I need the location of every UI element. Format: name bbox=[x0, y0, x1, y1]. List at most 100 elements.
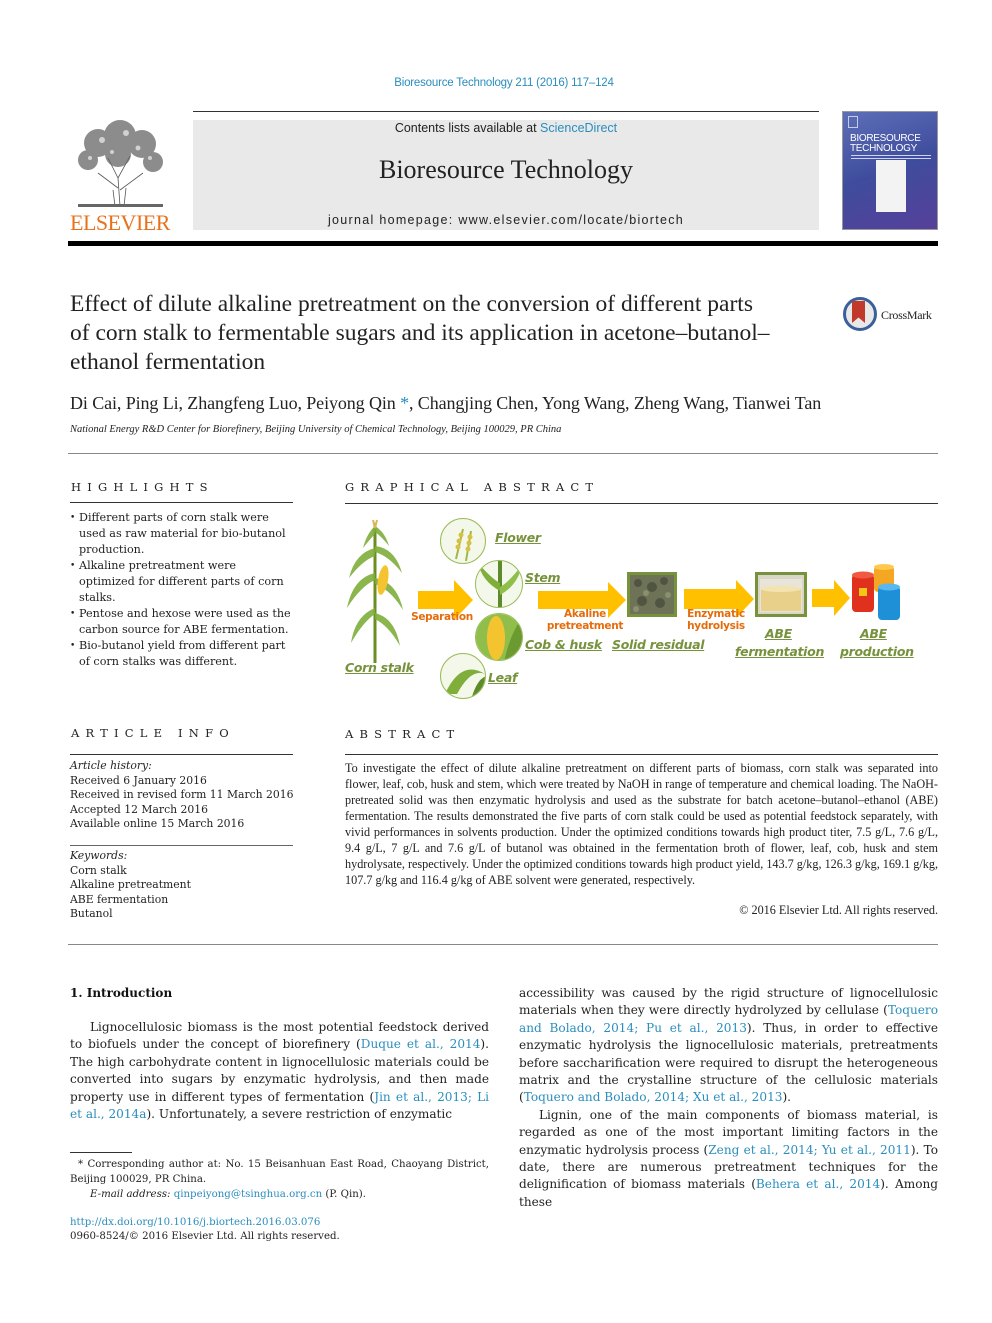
highlights-heading: HIGHLIGHTS bbox=[71, 480, 214, 494]
body-text: ). bbox=[782, 1090, 792, 1105]
footnote-rule bbox=[70, 1152, 132, 1153]
history-online: Available online 15 March 2016 bbox=[70, 817, 245, 831]
body-column-left: Lignocellulosic biomass is the most pote… bbox=[70, 1019, 489, 1123]
citation-link[interactable]: Behera et al., 2014 bbox=[756, 1177, 880, 1191]
cover-title-line-2: TECHNOLOGY bbox=[850, 143, 918, 154]
highlight-item: Alkaline pretreatment were optimized for… bbox=[70, 558, 295, 606]
sciencedirect-link[interactable]: ScienceDirect bbox=[540, 121, 617, 135]
ga-step-hydrolysis: Enzymatic hydrolysis bbox=[680, 608, 752, 632]
affiliation: National Energy R&D Center for Biorefine… bbox=[70, 424, 562, 435]
journal-name: Bioresource Technology bbox=[378, 155, 634, 184]
keyword-item: Corn stalk bbox=[70, 863, 127, 877]
article-history-label: Article history: bbox=[70, 759, 152, 772]
elsevier-wordmark[interactable]: ELSEVIER bbox=[70, 210, 170, 236]
ga-label-cob-husk: Cob & husk bbox=[525, 637, 602, 652]
stem-image-icon bbox=[475, 560, 523, 608]
fuel-barrels-icon bbox=[852, 564, 900, 620]
keywords-list: Keywords: Corn stalk Alkaline pretreatme… bbox=[70, 849, 295, 922]
issn-copyright: 0960-8524/© 2016 Elsevier Ltd. All right… bbox=[70, 1231, 340, 1242]
keyword-item: Butanol bbox=[70, 907, 113, 921]
doi-link[interactable]: http://dx.doi.org/10.1016/j.biortech.201… bbox=[70, 1217, 320, 1228]
intro-paragraph-1-cont: accessibility was caused by the rigid st… bbox=[519, 985, 938, 1107]
corn-plant-icon bbox=[347, 519, 403, 663]
journal-cover-thumbnail[interactable]: BIORESOURCE TECHNOLOGY bbox=[842, 111, 938, 230]
ga-label-abe-fermentation-1: ABE bbox=[765, 626, 792, 641]
article-title: Effect of dilute alkaline pretreatment o… bbox=[70, 291, 770, 375]
flower-image-icon bbox=[440, 518, 486, 564]
intro-paragraph-2: Lignin, one of the main components of bi… bbox=[519, 1107, 938, 1211]
body-text: accessibility was caused by the rigid st… bbox=[519, 986, 938, 1018]
email-line: E-mail address: qinpeiyong@tsinghua.org.… bbox=[70, 1187, 489, 1202]
ga-label-abe-fermentation-2: fermentation bbox=[735, 644, 825, 659]
crossmark-button[interactable]: CrossMark bbox=[843, 297, 943, 333]
solid-residual-image-icon bbox=[627, 572, 677, 617]
citation-link[interactable]: Zeng et al., 2014; Yu et al., 2011 bbox=[708, 1143, 911, 1157]
keywords-label: Keywords: bbox=[70, 849, 128, 862]
body-column-right: accessibility was caused by the rigid st… bbox=[519, 985, 938, 1211]
author-list: Di Cai, Ping Li, Zhangfeng Luo, Peiyong … bbox=[70, 393, 950, 414]
contents-prefix: Contents lists available at bbox=[394, 121, 541, 135]
email-label: E-mail address: bbox=[90, 1189, 174, 1200]
divider bbox=[70, 502, 293, 503]
abstract-text: To investigate the effect of dilute alka… bbox=[345, 761, 938, 887]
masthead-thick-rule bbox=[68, 241, 938, 246]
corresponding-author-link[interactable]: * bbox=[400, 393, 409, 413]
ga-step-hydrolysis-line-1: Enzymatic bbox=[687, 608, 745, 620]
ga-label-abe-production-1: ABE bbox=[860, 626, 887, 641]
intro-paragraph-1-start: Lignocellulosic biomass is the most pote… bbox=[70, 1019, 489, 1123]
authors-first: Di Cai, Ping Li, Zhangfeng Luo, Peiyong … bbox=[70, 393, 396, 413]
divider bbox=[70, 845, 293, 846]
leaf-image-icon bbox=[440, 653, 486, 699]
email-link[interactable]: qinpeiyong@tsinghua.org.cn bbox=[174, 1189, 322, 1200]
journal-citation[interactable]: Bioresource Technology 211 (2016) 117–12… bbox=[0, 77, 992, 89]
keyword-item: ABE fermentation bbox=[70, 892, 169, 906]
corresponding-author-note: * Corresponding author at: No. 15 Beisan… bbox=[70, 1159, 489, 1185]
divider bbox=[70, 754, 293, 755]
highlight-item: Different parts of corn stalk were used … bbox=[70, 510, 295, 558]
ga-label-corn-stalk: Corn stalk bbox=[345, 660, 414, 675]
ga-label-flower: Flower bbox=[495, 530, 541, 545]
production-arrow-icon bbox=[812, 580, 850, 616]
keyword-item: Alkaline pretreatment bbox=[70, 878, 191, 892]
highlights-list: Different parts of corn stalk were used … bbox=[70, 510, 295, 670]
divider bbox=[68, 944, 938, 945]
fermentation-flask-image-icon bbox=[755, 572, 807, 617]
crossmark-label: CrossMark bbox=[881, 308, 932, 322]
graphical-abstract-heading: GRAPHICAL ABSTRACT bbox=[345, 480, 600, 494]
ga-label-leaf: Leaf bbox=[488, 670, 518, 685]
history-received: Received 6 January 2016 bbox=[70, 773, 207, 787]
email-suffix: (P. Qin). bbox=[322, 1189, 367, 1200]
citation-link[interactable]: Duque et al., 2014 bbox=[361, 1037, 481, 1051]
article-info-heading: ARTICLE INFO bbox=[71, 726, 235, 740]
divider bbox=[68, 453, 938, 454]
cover-publisher-icon bbox=[848, 116, 858, 128]
introduction-heading: 1. Introduction bbox=[70, 986, 173, 1000]
authors-rest: , Changjing Chen, Yong Wang, Zheng Wang,… bbox=[408, 393, 822, 413]
contents-line: Contents lists available at ScienceDirec… bbox=[193, 121, 819, 135]
ga-step-pretreatment-line-1: Akaline bbox=[564, 608, 606, 620]
divider bbox=[345, 754, 938, 755]
header-rule bbox=[193, 111, 819, 112]
citation-link[interactable]: Toquero and Bolado, 2014; Xu et al., 201… bbox=[524, 1090, 783, 1104]
abstract-heading: ABSTRACT bbox=[345, 727, 461, 741]
abstract-copyright: © 2016 Elsevier Ltd. All rights reserved… bbox=[739, 903, 938, 917]
ga-step-hydrolysis-line-2: hydrolysis bbox=[687, 620, 745, 632]
cob-husk-image-icon bbox=[475, 613, 523, 661]
ga-label-abe-production-2: production bbox=[840, 644, 914, 659]
history-revised: Received in revised form 11 March 2016 bbox=[70, 788, 294, 802]
ga-step-pretreatment-line-2: pretreatment bbox=[546, 620, 624, 632]
journal-homepage[interactable]: journal homepage: www.elsevier.com/locat… bbox=[193, 213, 819, 227]
cover-figure-thumbnail bbox=[876, 160, 906, 212]
graphical-abstract[interactable]: Corn stalk Separation Flower Stem Cob & … bbox=[340, 510, 940, 700]
highlight-item: Bio-butanol yield from different part of… bbox=[70, 638, 295, 670]
footnote: * Corresponding author at: No. 15 Beisan… bbox=[70, 1157, 489, 1202]
body-text: ). Unfortunately, a severe restriction o… bbox=[146, 1107, 453, 1122]
divider bbox=[345, 503, 938, 504]
article-history: Article history: Received 6 January 2016… bbox=[70, 759, 295, 832]
history-accepted: Accepted 12 March 2016 bbox=[70, 802, 208, 816]
ga-step-separation: Separation bbox=[411, 611, 473, 623]
ga-label-solid-residual: Solid residual bbox=[612, 637, 705, 652]
ga-step-pretreatment: Akaline pretreatment bbox=[540, 608, 630, 632]
highlight-item: Pentose and hexose were used as the carb… bbox=[70, 606, 295, 638]
cover-subtitle-lines bbox=[851, 155, 931, 159]
